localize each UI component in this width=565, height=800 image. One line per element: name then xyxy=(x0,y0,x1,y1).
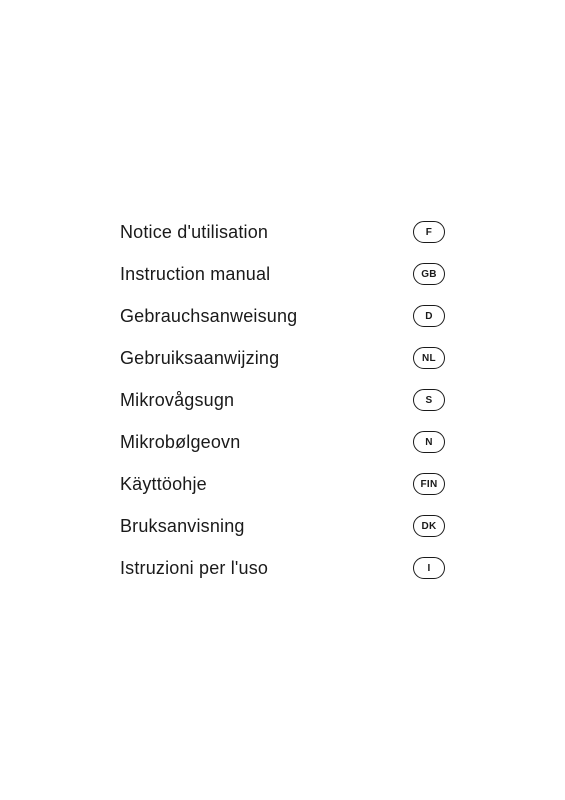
manual-label: Instruction manual xyxy=(120,264,270,285)
manual-row: Käyttöohje FIN xyxy=(120,463,565,505)
manual-row: Gebrauchsanweisung D xyxy=(120,295,565,337)
manual-label: Mikrobølgeovn xyxy=(120,432,240,453)
lang-badge: GB xyxy=(413,263,445,285)
manual-row: Mikrobølgeovn N xyxy=(120,421,565,463)
lang-badge: DK xyxy=(413,515,445,537)
manual-label: Käyttöohje xyxy=(120,474,207,495)
lang-badge: NL xyxy=(413,347,445,369)
manual-row: Notice d'utilisation F xyxy=(120,211,565,253)
lang-badge: S xyxy=(413,389,445,411)
manual-label: Gebruiksaanwijzing xyxy=(120,348,279,369)
manual-label: Bruksanvisning xyxy=(120,516,245,537)
manual-list: Notice d'utilisation F Instruction manual G… xyxy=(0,71,565,729)
manual-row: Instruction manual GB xyxy=(120,253,565,295)
manual-label: Notice d'utilisation xyxy=(120,222,268,243)
lang-badge: F xyxy=(413,221,445,243)
manual-row: Istruzioni per l'uso I xyxy=(120,547,565,589)
manual-row: Bruksanvisning DK xyxy=(120,505,565,547)
lang-badge: D xyxy=(413,305,445,327)
manual-label: Istruzioni per l'uso xyxy=(120,558,268,579)
manual-row: Gebruiksaanwijzing NL xyxy=(120,337,565,379)
manual-label: Mikrovågsugn xyxy=(120,390,234,411)
manual-row: Mikrovågsugn S xyxy=(120,379,565,421)
manual-label: Gebrauchsanweisung xyxy=(120,306,297,327)
lang-badge: I xyxy=(413,557,445,579)
lang-badge: FIN xyxy=(413,473,445,495)
lang-badge: N xyxy=(413,431,445,453)
